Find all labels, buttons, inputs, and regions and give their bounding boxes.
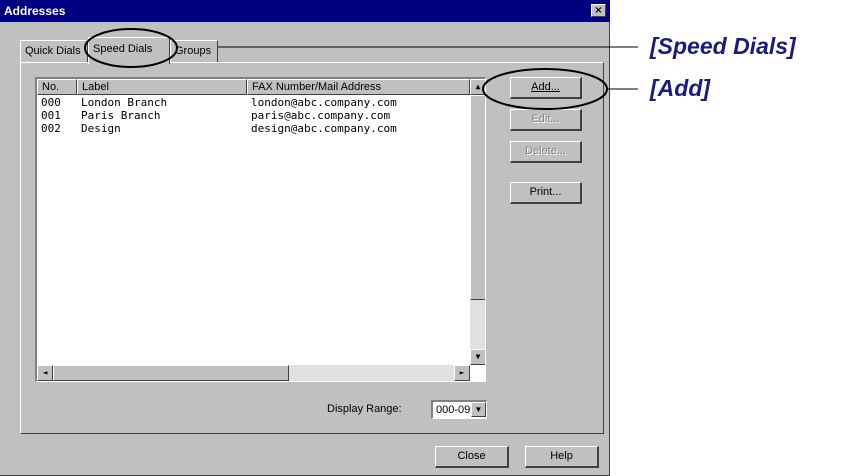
tab-speed-dials[interactable]: Speed Dials [88,37,170,64]
vertical-scrollbar[interactable]: ▲ ▼ [470,79,485,365]
column-header-no[interactable]: No. [37,79,77,95]
row-address: paris@abc.company.com [251,109,391,122]
scroll-down-icon[interactable]: ▼ [470,349,485,365]
scroll-left-icon[interactable]: ◄ [37,365,53,381]
row-label: Paris Branch [81,109,161,122]
add-annotation: [Add] [650,75,711,101]
addresses-dialog: Addresses × Quick Dials Speed Dials Grou… [0,0,610,476]
chevron-down-icon[interactable]: ▼ [471,402,486,417]
column-header-address[interactable]: FAX Number/Mail Address [247,79,470,95]
row-label: Design [81,122,121,135]
scroll-right-icon[interactable]: ► [454,365,470,381]
tab-groups[interactable]: Groups [170,40,218,62]
display-range-select[interactable]: 000-099 ▼ [431,400,487,419]
title-bar[interactable]: Addresses × [0,0,610,22]
print-button-label: Print... [529,186,562,198]
horizontal-scrollbar[interactable]: ◄ ► [37,365,470,381]
row-address: design@abc.company.com [251,122,397,135]
delete-button-label: Delete... [525,145,566,157]
row-no: 001 [41,109,61,122]
column-header-label[interactable]: Label [77,79,247,95]
edit-button-label: Edit... [531,113,560,125]
close-button[interactable]: Close [435,446,509,468]
speed-dials-annotation: [Speed Dials] [650,33,796,59]
horizontal-scroll-thumb[interactable] [53,365,289,381]
row-no: 002 [41,122,61,135]
help-button[interactable]: Help [525,446,599,468]
display-range-label: Display Range: [327,403,402,415]
help-button-label: Help [550,450,573,462]
scroll-up-icon[interactable]: ▲ [470,79,485,95]
add-button[interactable]: Add... [510,77,582,99]
row-label: London Branch [81,96,168,109]
print-button[interactable]: Print... [510,182,582,204]
speed-dial-list[interactable]: No. Label FAX Number/Mail Address 000 Lo… [35,77,486,382]
row-address: london@abc.company.com [251,96,397,109]
window-title: Addresses [4,4,66,18]
close-button-label: Close [457,450,486,462]
add-button-label: Add... [531,81,560,93]
row-no: 000 [41,96,61,109]
close-icon[interactable]: × [591,4,606,17]
vertical-scroll-thumb[interactable] [470,95,485,300]
tab-quick-dials[interactable]: Quick Dials [20,40,88,62]
edit-button[interactable]: Edit... [510,109,582,131]
delete-button[interactable]: Delete... [510,141,582,163]
